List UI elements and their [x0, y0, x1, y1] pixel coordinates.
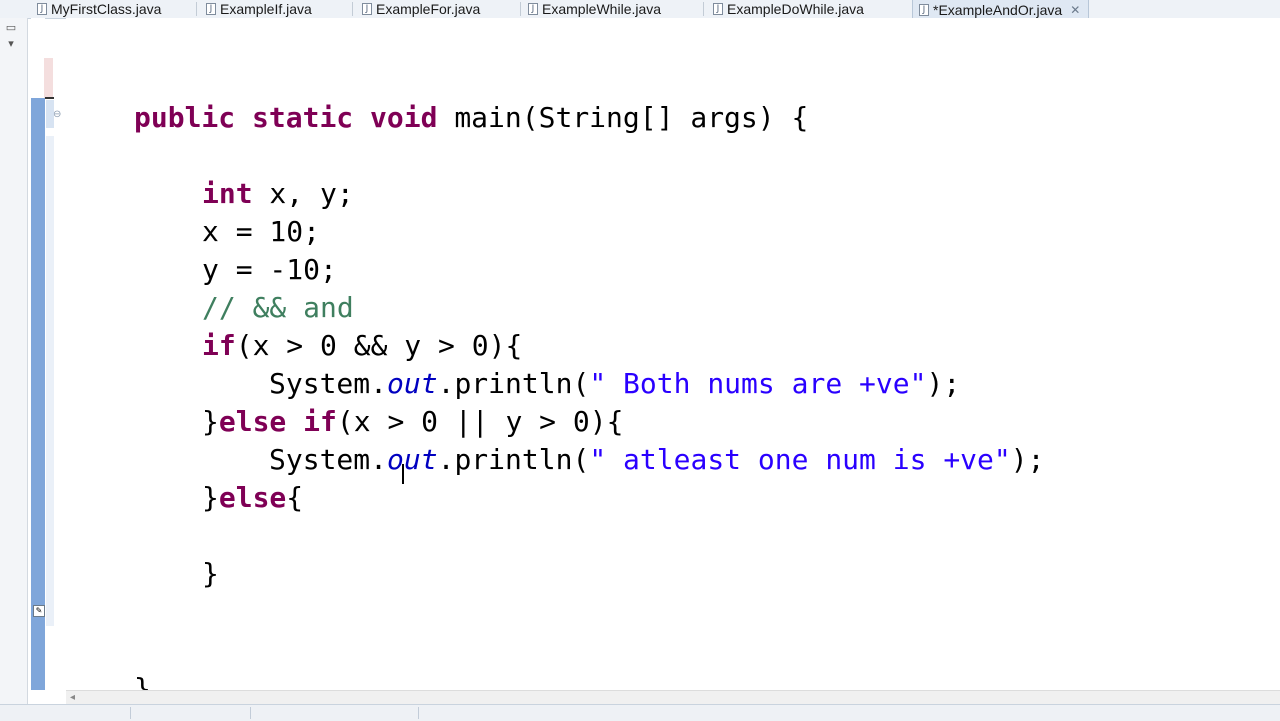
code-text: (x > 0 && y > 0){ [235, 329, 523, 362]
code-editor[interactable]: public static void main(String[] args) {… [66, 18, 1280, 690]
string-literal: " Both nums are +ve" [589, 367, 927, 400]
change-marker [46, 136, 54, 626]
horizontal-scrollbar[interactable]: ◂ [66, 690, 1280, 705]
code-text: ); [1010, 443, 1045, 476]
code-text: System. [269, 367, 388, 400]
line-marker [45, 97, 54, 99]
status-separator [250, 707, 251, 719]
tab-separator [352, 2, 353, 16]
text-cursor [402, 464, 404, 484]
keyword: int [202, 177, 253, 210]
code-line: System.out.println(" Both nums are +ve")… [269, 365, 960, 403]
status-separator [418, 707, 419, 719]
keyword: else [218, 405, 287, 438]
tab-label: ExampleIf.java [220, 1, 312, 17]
code-text: ); [926, 367, 961, 400]
quick-diff-ruler [31, 98, 45, 690]
code-line: x = 10; [202, 213, 320, 251]
status-bar [0, 704, 1280, 721]
keyword: void [370, 101, 438, 134]
code-text: } [134, 672, 151, 690]
task-marker-icon[interactable]: ✎ [33, 605, 45, 617]
fold-collapse-icon[interactable]: ⊖ [53, 110, 63, 120]
code-line: }else if(x > 0 || y > 0){ [202, 403, 623, 441]
tab-label: MyFirstClass.java [51, 1, 162, 17]
code-line: if(x > 0 && y > 0){ [202, 327, 522, 365]
code-text: x, y; [252, 177, 354, 210]
code-line: // && and [202, 289, 354, 327]
static-field: out [387, 443, 438, 476]
code-line: y = -10; [202, 251, 337, 289]
status-separator [130, 707, 131, 719]
minimize-icon[interactable]: ▭ [4, 22, 18, 34]
code-line: public static void main(String[] args) { [134, 99, 808, 137]
code-text: (x > 0 || y > 0){ [336, 405, 624, 438]
code-line: } [202, 555, 219, 593]
code-text: System. [269, 443, 388, 476]
annotation-marker [44, 58, 53, 98]
comment: // && and [202, 291, 354, 324]
code-text: main(String[] args) { [437, 101, 809, 134]
keyword: else [218, 481, 287, 514]
side-strip: ▭ ▾ [0, 18, 28, 720]
tab-separator [520, 2, 521, 16]
code-text: y = -10; [202, 253, 337, 286]
java-file-icon: J [206, 3, 216, 15]
java-file-icon: J [528, 3, 538, 15]
tab-exampledowhile[interactable]: J ExampleDoWhile.java [713, 0, 864, 18]
java-file-icon: J [362, 3, 372, 15]
java-file-icon: J [919, 3, 929, 16]
code-text: .println( [437, 367, 590, 400]
code-text: } [202, 481, 219, 514]
code-text: .println( [437, 443, 590, 476]
java-file-icon: J [713, 3, 723, 15]
tab-separator [196, 2, 197, 16]
keyword: if [303, 405, 337, 438]
static-field: out [387, 367, 438, 400]
tab-label: ExampleFor.java [376, 1, 481, 17]
code-text: x = 10; [202, 215, 321, 248]
chevron-down-icon[interactable]: ▾ [4, 38, 18, 50]
code-line: } [134, 670, 151, 690]
tab-label: ExampleDoWhile.java [727, 1, 864, 17]
keyword: public [134, 101, 236, 134]
close-icon[interactable]: ✕ [1070, 3, 1080, 17]
keyword: if [202, 329, 236, 362]
tab-label: *ExampleAndOr.java [933, 1, 1063, 18]
tab-label: ExampleWhile.java [542, 1, 662, 17]
tab-myfirstclass[interactable]: J MyFirstClass.java [37, 0, 161, 18]
string-literal: " atleast one num is +ve" [589, 443, 1011, 476]
tab-exampleif[interactable]: J ExampleIf.java [206, 0, 312, 18]
tab-exampleandor[interactable]: J *ExampleAndOr.java ✕ [912, 0, 1090, 19]
keyword: static [252, 101, 354, 134]
java-file-icon: J [37, 3, 47, 15]
code-line: System.out.println(" atleast one num is … [269, 441, 1044, 479]
code-text: } [202, 557, 219, 590]
editor-tab-bar: J MyFirstClass.java J ExampleIf.java J E… [0, 0, 1280, 19]
code-text: } [202, 405, 219, 438]
chevron-left-icon[interactable]: ◂ [70, 692, 75, 703]
tab-separator [703, 2, 704, 16]
code-text: { [286, 481, 304, 514]
code-line: int x, y; [202, 175, 354, 213]
tab-examplefor[interactable]: J ExampleFor.java [362, 0, 480, 18]
code-line: }else{ [202, 479, 303, 517]
tab-examplewhile[interactable]: J ExampleWhile.java [528, 0, 661, 18]
